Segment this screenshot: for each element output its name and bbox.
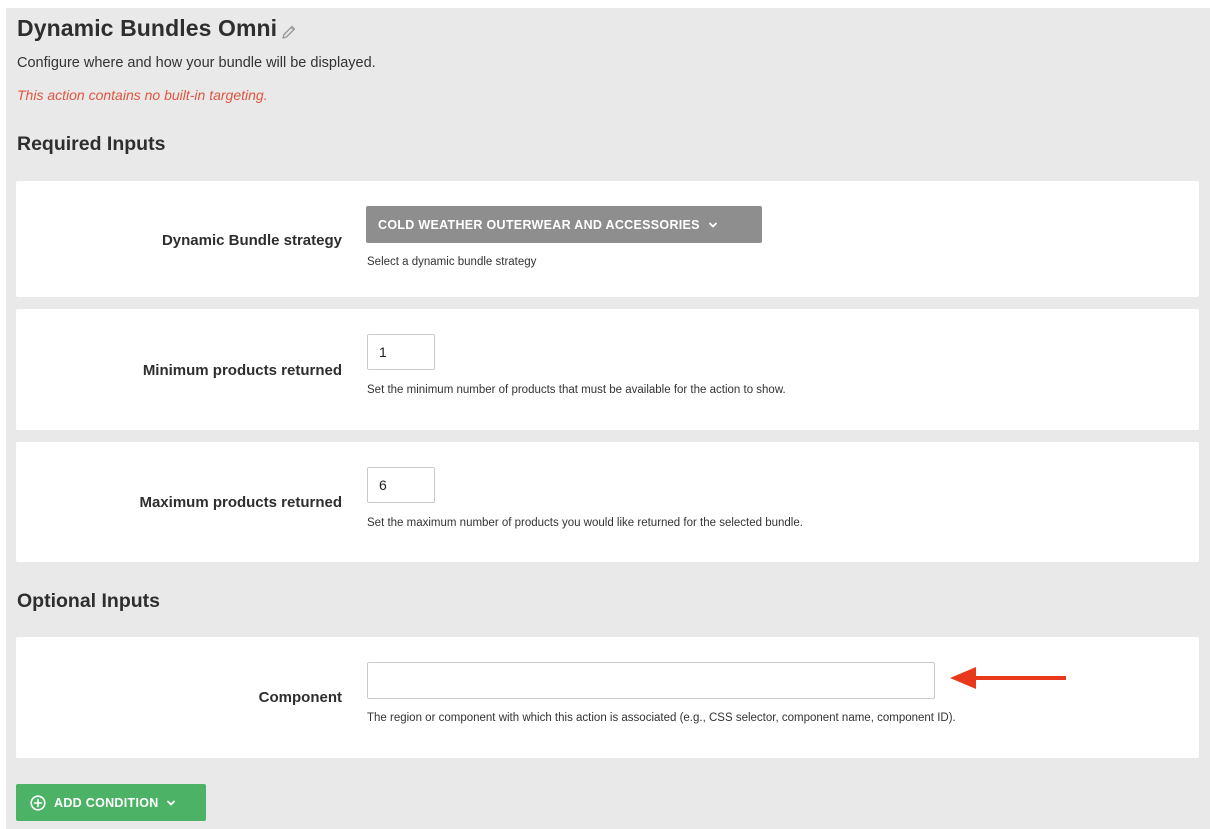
plus-circle-icon <box>30 794 46 811</box>
strategy-help: Select a dynamic bundle strategy <box>367 256 537 268</box>
component-help: The region or component with which this … <box>367 712 956 724</box>
strategy-label: Dynamic Bundle strategy <box>161 232 342 249</box>
arrow-left-icon <box>946 664 1066 697</box>
pencil-icon[interactable] <box>281 24 297 40</box>
chevron-down-icon <box>708 220 718 230</box>
min-products-help: Set the minimum number of products that … <box>367 384 786 396</box>
page: Dynamic Bundles Omni Configure where and… <box>6 8 1210 829</box>
title-row: Dynamic Bundles Omni <box>17 15 297 42</box>
component-input[interactable] <box>367 662 935 699</box>
page-subtitle: Configure where and how your bundle will… <box>17 55 376 71</box>
strategy-card: Dynamic Bundle strategy COLD WEATHER OUT… <box>16 181 1199 297</box>
add-condition-label: ADD CONDITION <box>54 795 159 810</box>
add-condition-button[interactable]: ADD CONDITION <box>16 784 206 821</box>
max-products-input[interactable] <box>367 467 435 503</box>
page-title: Dynamic Bundles Omni <box>17 15 278 41</box>
component-label: Component <box>258 689 342 706</box>
targeting-warning: This action contains no built-in targeti… <box>17 87 268 103</box>
min-products-card: Minimum products returned Set the minimu… <box>16 309 1199 430</box>
component-card: Component The region or component with w… <box>16 637 1199 758</box>
min-products-label: Minimum products returned <box>142 362 342 379</box>
min-products-input[interactable] <box>367 334 435 370</box>
chevron-down-icon <box>166 798 176 808</box>
required-inputs-heading: Required Inputs <box>17 133 166 155</box>
strategy-selected-value: COLD WEATHER OUTERWEAR AND ACCESSORIES <box>378 217 700 232</box>
optional-inputs-heading: Optional Inputs <box>17 590 160 612</box>
max-products-card: Maximum products returned Set the maximu… <box>16 442 1199 562</box>
max-products-help: Set the maximum number of products you w… <box>367 517 803 529</box>
strategy-dropdown-button[interactable]: COLD WEATHER OUTERWEAR AND ACCESSORIES <box>366 206 762 243</box>
max-products-label: Maximum products returned <box>139 494 342 511</box>
